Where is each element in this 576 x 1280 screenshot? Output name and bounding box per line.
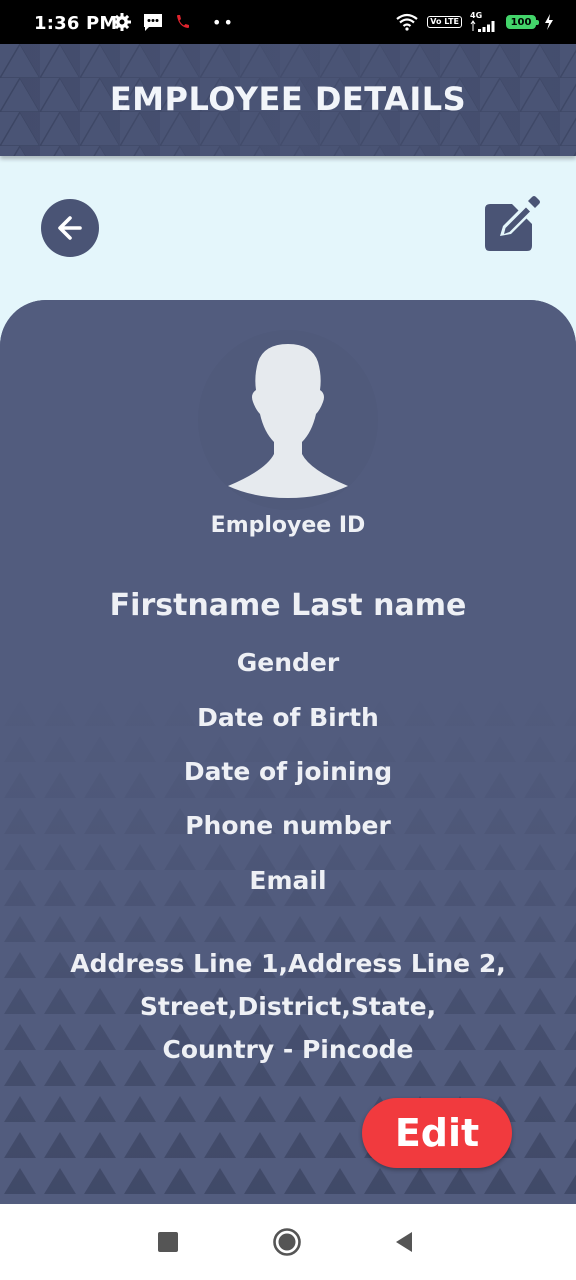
message-icon	[144, 14, 162, 31]
status-icons-right: Vo LTE 4G 100	[395, 11, 554, 33]
employee-name: Firstname Last name	[109, 588, 467, 623]
gender-value: Gender	[236, 648, 340, 677]
status-time: 1:36 PM	[34, 13, 118, 34]
signal-bars-icon	[470, 20, 495, 32]
wifi-icon	[396, 13, 418, 31]
system-nav-bar	[0, 1204, 576, 1280]
email-value: Email	[249, 866, 327, 895]
phone-value: Phone number	[185, 811, 391, 840]
address-line-3: Country - Pincode	[162, 1035, 414, 1064]
volte-badge: Vo LTE	[427, 16, 462, 28]
date-of-birth-value: Date of Birth	[197, 703, 379, 732]
edit-button[interactable]: Edit	[362, 1098, 512, 1168]
address-line-2: Street,District,State,	[139, 992, 437, 1021]
avatar	[198, 330, 378, 510]
settings-gear-icon	[113, 13, 131, 31]
status-icons-left: ••	[112, 11, 235, 33]
network-type-label: 4G	[470, 11, 483, 20]
screen: 1:36 PM •• Vo LTE 4G 100 EMPLOYEE DETAIL…	[0, 0, 576, 1280]
person-silhouette-icon	[228, 344, 348, 498]
nav-back-triangle-icon[interactable]	[392, 1230, 416, 1254]
app-header: EMPLOYEE DETAILS	[0, 44, 576, 156]
back-button[interactable]	[41, 199, 99, 257]
page-title: EMPLOYEE DETAILS	[109, 80, 467, 118]
recents-square-icon[interactable]	[158, 1232, 178, 1252]
edit-profile-button[interactable]	[482, 194, 542, 254]
address-block: Address Line 1,Address Line 2, Street,Di…	[0, 942, 576, 1071]
signal-group: 4G	[470, 12, 498, 32]
status-bar: 1:36 PM •• Vo LTE 4G 100	[0, 0, 576, 44]
employee-id-label: Employee ID	[210, 513, 366, 538]
employee-card: Employee ID Firstname Last name Gender D…	[0, 300, 576, 1204]
charging-bolt-icon	[545, 14, 553, 30]
battery-icon: 100	[506, 15, 539, 29]
missed-call-icon	[177, 15, 189, 28]
battery-level: 100	[510, 16, 532, 28]
more-dots-icon: ••	[212, 12, 235, 32]
arrow-left-icon	[58, 216, 82, 240]
pencil-square-icon	[485, 196, 540, 251]
address-line-1: Address Line 1,Address Line 2,	[70, 949, 506, 978]
home-circle-icon[interactable]	[272, 1227, 302, 1257]
date-of-joining-value: Date of joining	[183, 757, 393, 786]
